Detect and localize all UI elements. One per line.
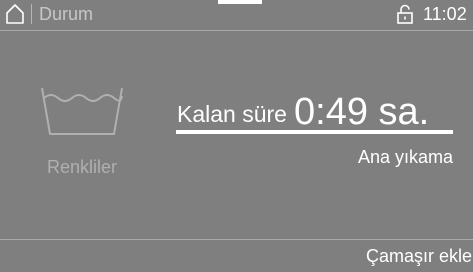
add-laundry-button[interactable]: Çamaşır ekle [358,240,473,272]
lock-icon [397,4,413,24]
action-bar: Çamaşır ekle [0,239,473,272]
wash-phase: Ana yıkama [357,147,453,167]
remaining-time-value: 0:49 sa. [294,91,430,133]
remaining-time-label: Kalan süre [177,101,287,127]
clock: 11:02 [423,4,467,24]
status-bar-divider [31,4,32,24]
wash-status-screen: Durum 11:02 Renkliler Kalan süre 0:49 sa… [0,0,473,272]
home-icon[interactable] [5,3,25,25]
status-bar: Durum 11:02 [0,0,473,31]
progress-bar-fill [176,130,453,134]
program-name: Renkliler [46,157,118,177]
wash-tub-icon [41,87,123,135]
top-indicator [218,0,262,4]
progress-bar [176,130,453,134]
page-title: Durum [39,4,94,24]
